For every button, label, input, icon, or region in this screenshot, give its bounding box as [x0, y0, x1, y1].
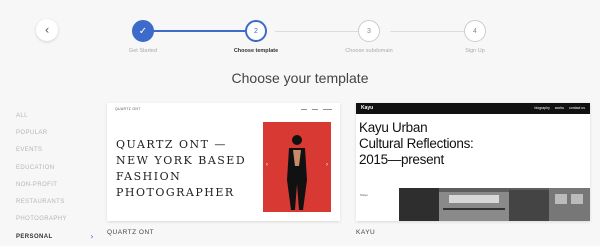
preview-photo: ‹ › [263, 122, 331, 212]
street-photo [399, 188, 590, 221]
category-personal[interactable]: PERSONAL › [16, 228, 94, 245]
back-button[interactable]: ‹ [36, 19, 58, 41]
checkmark-icon: ✓ [132, 20, 154, 42]
category-all[interactable]: ALL [16, 107, 94, 124]
template-name-quartz-ont: QUARTZ ONT [107, 229, 155, 236]
preview-header: Kayu biography works contact us [356, 103, 590, 114]
category-events[interactable]: EVENTS [16, 142, 94, 159]
preview-menu: biography works contact us [534, 106, 585, 110]
step-choose-subdomain: 3 Choose subdomain [329, 20, 409, 54]
category-education[interactable]: EDUCATION [16, 159, 94, 176]
preview-menu: ▬▬ ▬▬ ▬▬▬ [301, 107, 332, 111]
category-popular[interactable]: POPULAR [16, 124, 94, 141]
category-photography[interactable]: PHOTOGRAPHY [16, 211, 94, 228]
chevron-right-icon: › [90, 232, 94, 242]
template-card-kayu[interactable]: Kayu biography works contact us Kayu Urb… [356, 103, 590, 221]
preview-headline: QUARTZ ONT — NEW YORK BASED FASHION PHOT… [116, 138, 247, 199]
model-figure [287, 135, 307, 210]
preview-photo [399, 188, 590, 221]
category-restaurants[interactable]: RESTAURANTS [16, 193, 94, 210]
step-get-started: ✓ Get Started [103, 20, 183, 54]
template-card-quartz-ont[interactable]: QUARTZ ONT ▬▬ ▬▬ ▬▬▬ QUARTZ ONT — NEW YORK… [107, 103, 340, 221]
chevron-left-icon: ‹ [44, 23, 50, 37]
category-sidebar: ALL POPULAR EVENTS EDUCATION NON-PROFIT … [16, 107, 94, 245]
category-non-profit[interactable]: NON-PROFIT [16, 176, 94, 193]
preview-headline: Kayu Urban Cultural Reflections: 2015—pr… [359, 120, 474, 167]
template-name-kayu: KAYU [356, 229, 376, 236]
preview-logo: Kayu [361, 105, 374, 111]
step-sign-up: 4 Sign Up [435, 20, 515, 54]
preview-logo: QUARTZ ONT [115, 107, 141, 111]
preview-caption: Tokyo [360, 193, 368, 197]
page-title: Choose your template [231, 70, 369, 86]
step-choose-template: 2 Choose template [216, 20, 296, 54]
progress-stepper: ✓ Get Started 2 Choose template 3 Choose… [110, 20, 510, 60]
